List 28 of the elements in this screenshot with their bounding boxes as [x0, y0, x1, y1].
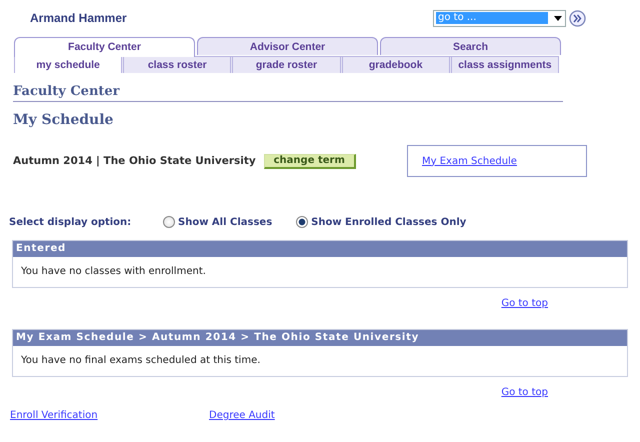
- go-icon[interactable]: [569, 10, 586, 26]
- radio-label: Show All Classes: [178, 216, 272, 228]
- exam-schedule-link[interactable]: My Exam Schedule: [422, 156, 517, 166]
- display-option-label: Select display option:: [9, 216, 132, 228]
- term-label: Autumn 2014 | The Ohio State University: [13, 155, 256, 167]
- footer-link[interactable]: Enroll Verification: [10, 410, 209, 421]
- footer-link[interactable]: Degree Audit: [209, 410, 408, 421]
- subtab[interactable]: class assignments: [448, 57, 560, 73]
- panel-message: You have no final exams scheduled at this time.: [20, 354, 262, 368]
- caret-icon: [554, 16, 562, 20]
- go-to-top-link[interactable]: Go to top: [501, 298, 548, 309]
- subtab[interactable]: gradebook: [340, 57, 449, 73]
- panel-message: You have no classes with enrollment.: [20, 265, 207, 279]
- tab[interactable]: Search: [380, 37, 561, 55]
- panel-header: My Exam Schedule > Autumn 2014 > The Ohio State University: [13, 330, 627, 346]
- subtab[interactable]: grade roster: [230, 57, 340, 73]
- radio-button[interactable]: [163, 216, 175, 228]
- page-title: Faculty Center: [13, 84, 563, 102]
- tab[interactable]: Advisor Center: [197, 37, 378, 55]
- panel-header: Entered: [13, 241, 627, 257]
- tab[interactable]: Faculty Center: [14, 37, 195, 57]
- page-heading: My Schedule: [13, 112, 114, 128]
- user-name: Armand Hammer: [30, 11, 127, 25]
- change-term-button[interactable]: change term: [264, 154, 356, 168]
- go-to-top-link[interactable]: Go to top: [501, 387, 548, 398]
- radio-button[interactable]: [296, 216, 308, 228]
- radio-label: Show Enrolled Classes Only: [311, 216, 466, 228]
- subtab[interactable]: class roster: [121, 57, 230, 73]
